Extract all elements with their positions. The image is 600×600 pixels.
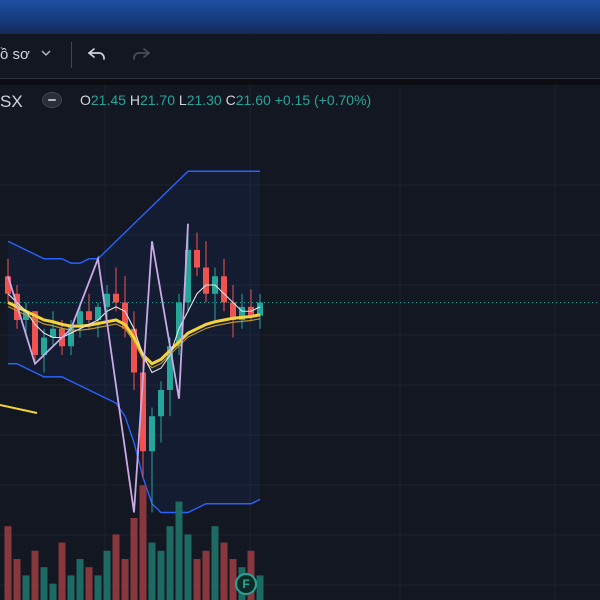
- volume-bar: [211, 526, 219, 600]
- volume-bar: [40, 567, 48, 600]
- price-chart[interactable]: [0, 85, 600, 600]
- redo-icon[interactable]: [130, 44, 152, 64]
- visibility-toggle-icon[interactable]: [42, 92, 62, 108]
- high-label: H: [129, 92, 140, 108]
- toolbar: ồ sơ: [0, 34, 600, 79]
- event-marker-f[interactable]: F: [235, 573, 257, 595]
- toolbar-divider: [71, 42, 72, 68]
- volume-bar: [175, 501, 183, 600]
- open-value: 21.45: [90, 92, 126, 108]
- high-value: 21.70: [139, 92, 175, 108]
- volume-bar: [31, 550, 39, 600]
- volume-bar: [184, 534, 192, 600]
- volume-bar: [4, 526, 12, 600]
- volume-bar: [13, 559, 21, 600]
- volume-bar: [202, 550, 210, 600]
- volume-bar: [166, 526, 174, 600]
- volume-bar: [148, 542, 156, 600]
- volume-bar: [49, 583, 57, 600]
- symbol-name[interactable]: SX: [0, 92, 23, 112]
- profile-menu-label[interactable]: ồ sơ: [0, 46, 30, 63]
- candle-body: [158, 390, 164, 417]
- volume-bar: [139, 485, 147, 600]
- close-value: 21.60: [235, 92, 271, 108]
- volume-bar: [22, 575, 30, 600]
- volume-bar: [130, 518, 138, 600]
- candle-body: [86, 311, 92, 320]
- candle-body: [194, 250, 200, 268]
- volume-bar: [112, 534, 120, 600]
- candle-body: [149, 416, 155, 452]
- candle-body: [221, 276, 227, 303]
- candle-body: [203, 267, 209, 294]
- volume-bar: [103, 550, 111, 600]
- change-value: +0.15 (+0.70%): [274, 92, 372, 108]
- low-label: L: [178, 92, 187, 108]
- volume-bar: [193, 559, 201, 600]
- close-label: C: [225, 92, 236, 108]
- volume-bar: [67, 575, 75, 600]
- open-label: O: [80, 92, 91, 108]
- volume-bar: [220, 542, 228, 600]
- volume-bar: [157, 550, 165, 600]
- volume-bar: [58, 542, 66, 600]
- volume-bar: [85, 567, 93, 600]
- volume-bar: [76, 559, 84, 600]
- volume-bar: [256, 575, 264, 600]
- top-banner: [0, 0, 600, 34]
- volume-bar: [94, 575, 102, 600]
- low-value: 21.30: [186, 92, 222, 108]
- ohlc-values: O21.45 H21.70 L21.30 C21.60 +0.15 (+0.70…: [80, 92, 371, 108]
- volume-bar: [121, 559, 129, 600]
- undo-icon[interactable]: [86, 44, 108, 64]
- trend-line-drawing: [0, 404, 38, 414]
- candle-body: [113, 293, 119, 303]
- chevron-down-icon[interactable]: [40, 44, 52, 62]
